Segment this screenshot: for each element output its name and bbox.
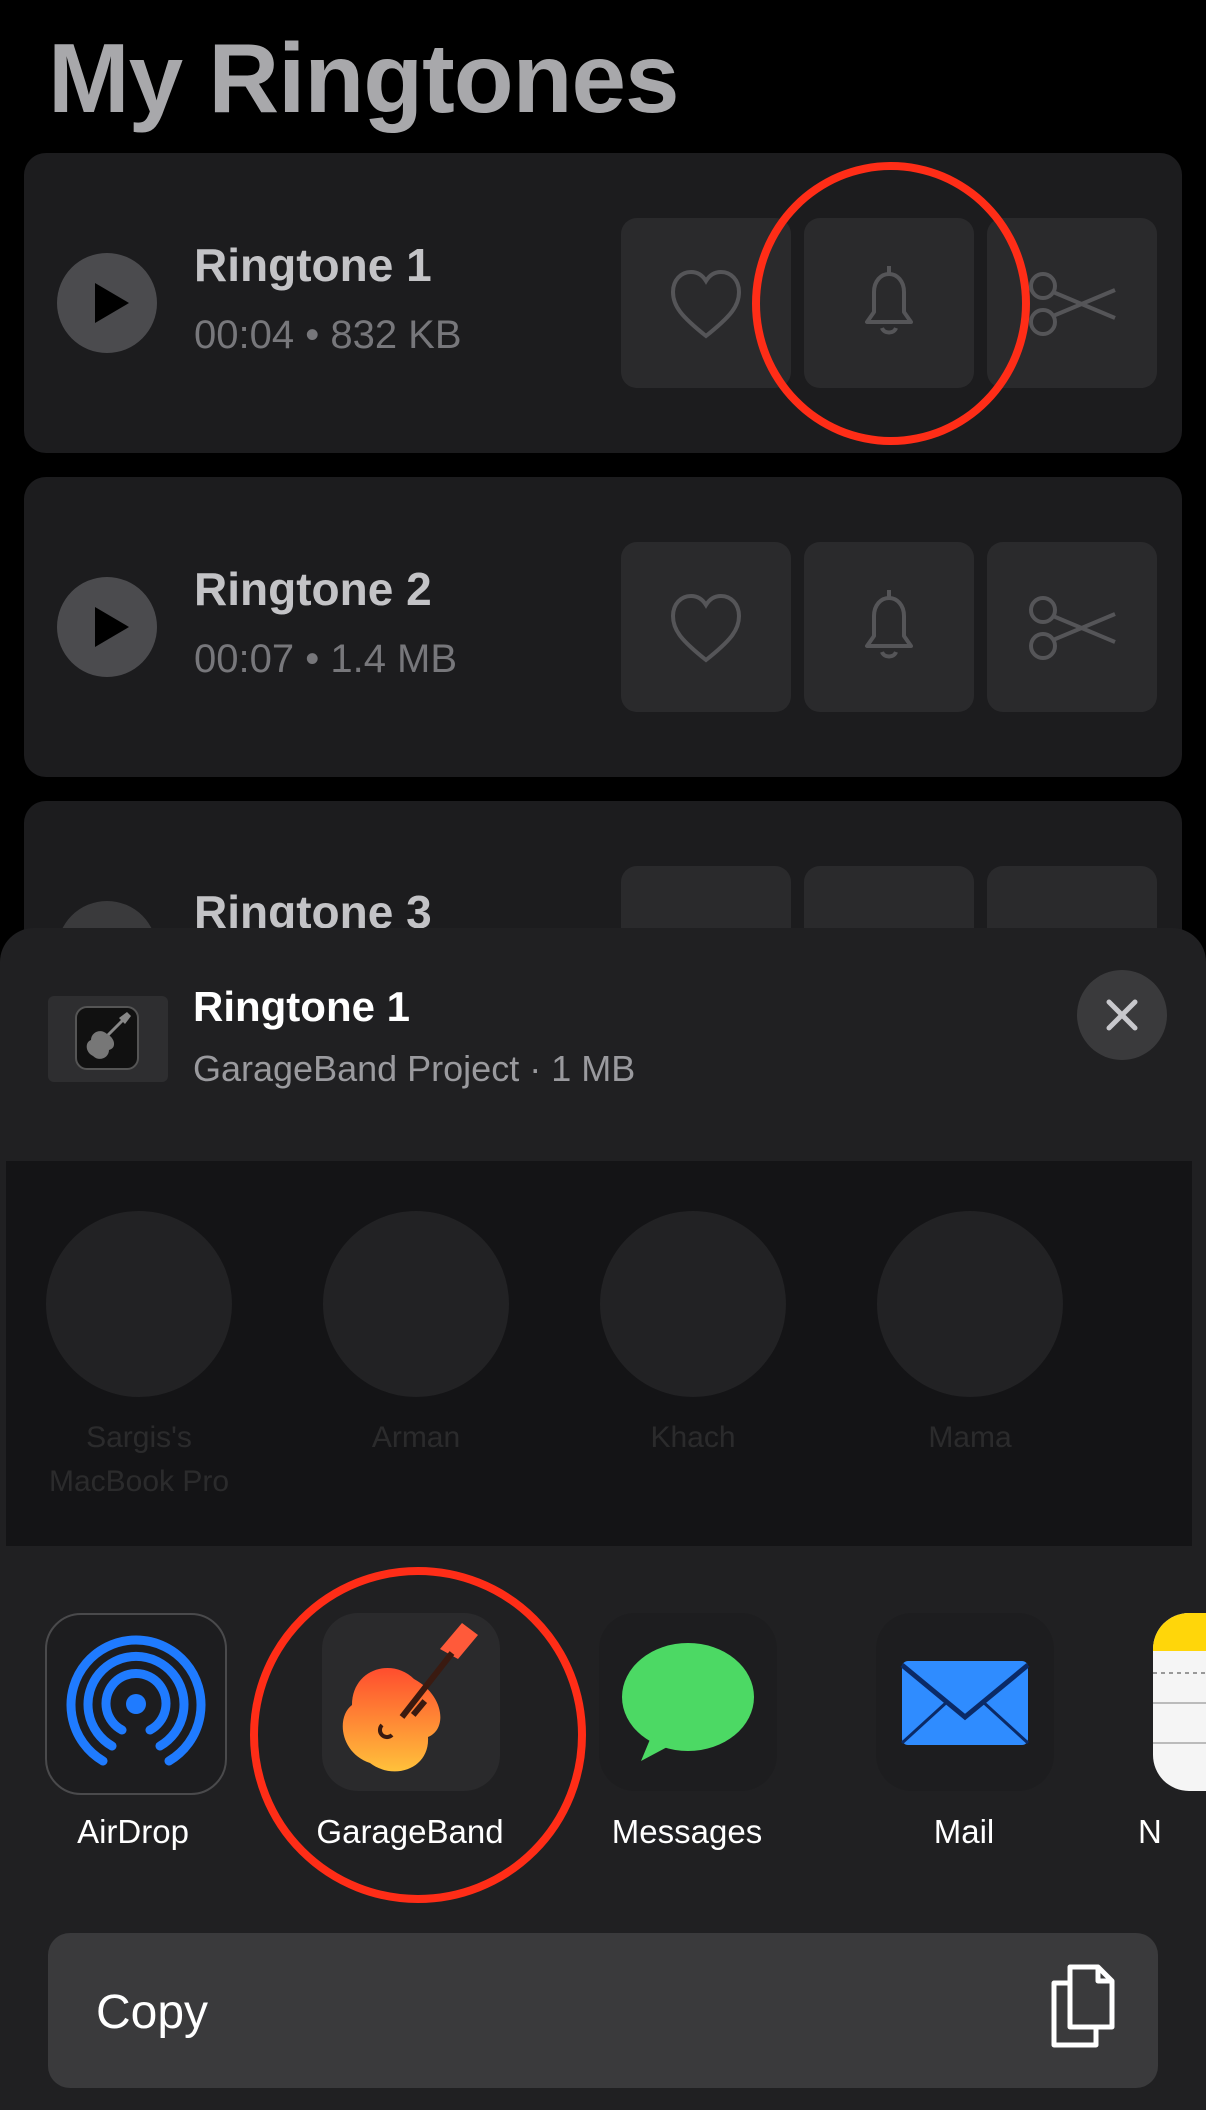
messages-icon: [599, 1613, 777, 1791]
trim-button[interactable]: [987, 218, 1157, 388]
file-thumbnail: [48, 996, 168, 1082]
person-name: Arman: [371, 1421, 461, 1454]
garageband-icon: [322, 1613, 500, 1791]
ringtone-meta: 00:04 • 832 KB: [194, 313, 462, 357]
notes-icon: [1153, 1613, 1206, 1791]
people-suggestions: Sargis's MacBook Pro Arman Khach Mama: [6, 1161, 1192, 1546]
copy-icon: [1051, 1964, 1115, 2048]
app-label: AirDrop: [77, 1813, 189, 1850]
ringtone-card: Ringtone 1 00:04 • 832 KB: [24, 153, 1182, 453]
app-label: N: [1138, 1813, 1162, 1850]
set-ringtone-button[interactable]: [804, 542, 974, 712]
share-sheet: Ringtone 1 GarageBand Project · 1 MB Sar…: [0, 928, 1206, 2110]
app-label: GarageBand: [316, 1813, 504, 1850]
copy-action[interactable]: Copy: [48, 1933, 1158, 2088]
favorite-button[interactable]: [621, 542, 791, 712]
person-item[interactable]: Khach: [598, 1211, 788, 1501]
copy-label: Copy: [96, 1986, 209, 2039]
trim-button[interactable]: [987, 542, 1157, 712]
ringtone-name: Ringtone 2: [194, 563, 432, 615]
person-name: Khach: [650, 1421, 736, 1454]
play-icon: [95, 607, 129, 647]
share-app-mail[interactable]: Mail: [869, 1613, 1059, 1873]
guitar-icon: [86, 1012, 131, 1059]
person-item[interactable]: Sargis's MacBook Pro: [44, 1211, 234, 1501]
ringtone-meta: 00:07 • 1.4 MB: [194, 637, 458, 681]
ringtone-card: Ringtone 2 00:07 • 1.4 MB: [24, 477, 1182, 777]
ringtone-name: Ringtone 1: [194, 239, 432, 291]
file-name: Ringtone 1: [193, 983, 410, 1030]
file-info: GarageBand Project · 1 MB: [193, 1048, 636, 1089]
scissors-icon: [1029, 272, 1116, 336]
bell-icon: [865, 590, 913, 659]
favorite-button[interactable]: [621, 218, 791, 388]
avatar: [600, 1211, 786, 1397]
avatar: [877, 1211, 1063, 1397]
heart-icon: [670, 269, 742, 339]
bell-icon: [865, 266, 913, 335]
close-button[interactable]: [1077, 970, 1167, 1060]
avatar: [323, 1211, 509, 1397]
avatar: [46, 1211, 232, 1397]
page-title: My Ringtones: [48, 23, 679, 133]
share-app-messages[interactable]: Messages: [592, 1613, 782, 1873]
person-item[interactable]: Mama: [875, 1211, 1065, 1501]
app-label: Messages: [611, 1813, 763, 1850]
set-ringtone-button[interactable]: [804, 218, 974, 388]
share-app-airdrop[interactable]: AirDrop: [38, 1613, 228, 1873]
airdrop-icon: [45, 1613, 227, 1795]
mail-icon: [876, 1613, 1054, 1791]
share-app-garageband[interactable]: GarageBand: [315, 1613, 505, 1873]
share-app-notes[interactable]: N: [1138, 1613, 1206, 1873]
person-name: Mama: [928, 1421, 1012, 1454]
scissors-icon: [1029, 596, 1116, 660]
play-icon: [95, 283, 129, 323]
heart-icon: [670, 593, 742, 663]
play-button[interactable]: [57, 253, 157, 353]
person-item[interactable]: Arman: [321, 1211, 511, 1501]
play-button[interactable]: [57, 577, 157, 677]
app-label: Mail: [933, 1813, 995, 1850]
person-name: Sargis's MacBook Pro: [48, 1421, 230, 1498]
close-icon: [1106, 999, 1138, 1031]
